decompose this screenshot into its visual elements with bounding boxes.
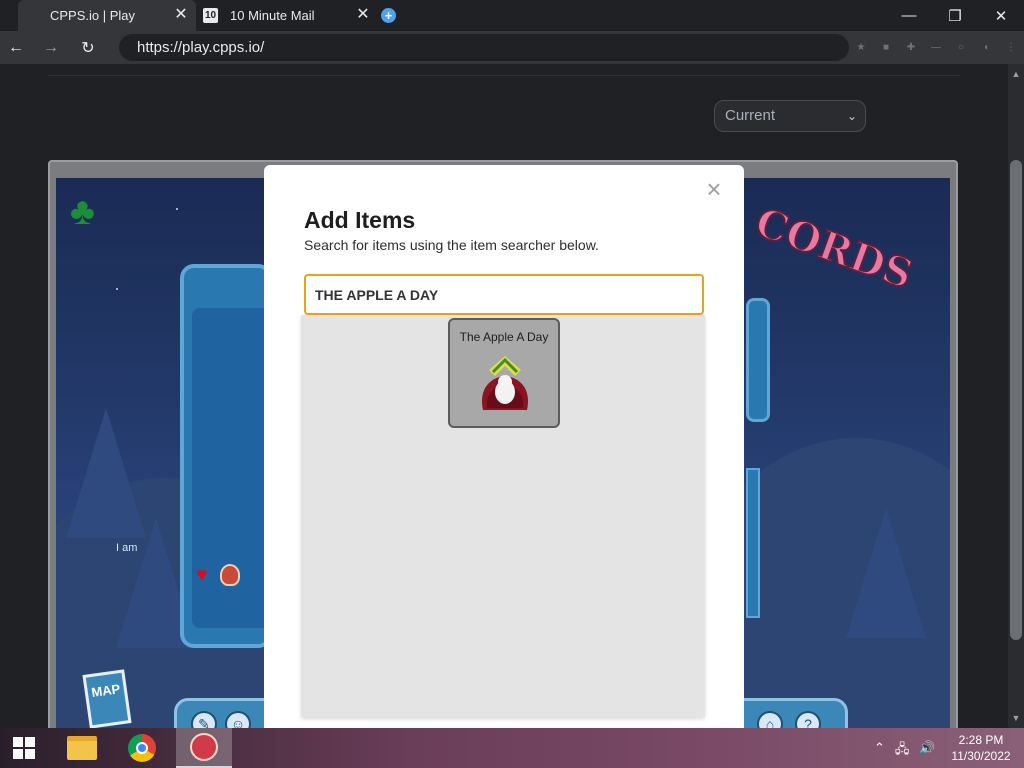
address-bar[interactable]: https://play.cpps.io/ [119, 34, 849, 61]
reload-icon[interactable]: ↻ [75, 35, 101, 61]
map-label: MAP [90, 681, 122, 701]
extension-icon[interactable]: — [929, 41, 943, 55]
item-name: The Apple A Day [459, 330, 549, 344]
toolbar-extension-icons: ★ ■ ✚ — ○ ◖ ⋮ [854, 41, 1018, 55]
system-tray: ⌃ 🖧 🔊 [874, 740, 936, 762]
igloo-icon[interactable]: ⌂ [757, 711, 783, 728]
tab-title: CPPS.io | Play [50, 8, 136, 23]
records-sign-text: CORDS [748, 197, 920, 299]
file-explorer-icon[interactable] [54, 728, 110, 768]
chrome-taskbar-icon[interactable] [114, 728, 170, 768]
folder-icon [67, 736, 97, 760]
chat-bubble-icon[interactable]: ✎ [191, 711, 217, 728]
clover-icon[interactable]: ♣ [70, 190, 110, 234]
browser-titlebar: CPPS.io | Play ✕ 10 10 Minute Mail ✕ + —… [0, 0, 1024, 31]
side-panel [746, 468, 760, 618]
extension-icon[interactable]: ○ [954, 41, 968, 55]
tab-close-icon[interactable]: ✕ [172, 6, 190, 24]
browser-toolbar: ← → ↻ https://play.cpps.io/ ★ ■ ✚ — ○ ◖ … [0, 31, 1024, 64]
scrollbar-thumb[interactable] [1010, 160, 1022, 640]
chevron-down-icon: ⌄ [846, 109, 857, 123]
star [176, 208, 178, 210]
new-tab-plus-icon[interactable]: + [381, 8, 396, 23]
divider [48, 75, 960, 76]
item-result-card[interactable]: The Apple A Day [448, 318, 560, 428]
side-panel [746, 298, 770, 422]
cpps-taskbar-icon[interactable] [176, 728, 232, 768]
tray-chevron-icon[interactable]: ⌃ [874, 740, 885, 762]
windows-start-icon[interactable] [0, 728, 48, 768]
ten-minute-mail-favicon-icon: 10 [203, 8, 218, 23]
chrome-icon [128, 734, 156, 762]
heart-icon[interactable]: ♥ [196, 564, 208, 587]
scroll-down-icon[interactable]: ▼ [1008, 710, 1024, 726]
menu-icon[interactable]: ⋮ [1004, 41, 1018, 55]
volume-icon[interactable]: 🔊 [919, 740, 935, 762]
emote-icon[interactable]: ☺ [225, 711, 251, 728]
map-icon[interactable]: MAP [82, 669, 132, 728]
page-content: Current ⌄ ♣ CORDS I am ♥ MAP ✎ ☺ ⌂ ? × A… [0, 64, 1008, 728]
item-search-input[interactable] [304, 274, 704, 315]
tree [846, 508, 926, 638]
page-scrollbar[interactable]: ▲ ▼ [1008, 64, 1024, 728]
clock-time: 2:28 PM [958, 733, 1004, 747]
extension-icon[interactable]: ✚ [904, 41, 918, 55]
version-select[interactable]: Current ⌄ [714, 100, 866, 132]
apple-a-day-item-icon [481, 356, 529, 410]
minimize-icon[interactable]: — [886, 0, 932, 31]
back-arrow-icon[interactable]: ← [3, 35, 29, 61]
modal-title: Add Items [304, 207, 416, 233]
penguin-icon[interactable] [220, 564, 240, 586]
network-icon[interactable]: 🖧 [895, 740, 910, 762]
tab-cpps-play[interactable]: CPPS.io | Play ✕ [18, 0, 196, 31]
clock-date: 11/30/2022 [951, 749, 1011, 763]
window-close-icon[interactable]: ✕ [978, 0, 1024, 31]
tab-close-icon[interactable]: ✕ [354, 6, 372, 24]
extension-icon[interactable]: ◖ [979, 41, 993, 55]
help-icon[interactable]: ? [795, 711, 821, 728]
bookmark-star-icon[interactable]: ★ [854, 41, 868, 55]
extension-icon[interactable]: ■ [879, 41, 893, 55]
windows-taskbar: ⌃ 🖧 🔊 2:28 PM 11/30/2022 [0, 728, 1024, 768]
scroll-up-icon[interactable]: ▲ [1008, 66, 1024, 82]
tab-title: 10 Minute Mail [230, 8, 315, 23]
modal-subtitle: Search for items using the item searcher… [304, 237, 599, 253]
version-select-value: Current [725, 107, 776, 124]
player-card-status: I am [116, 542, 138, 554]
add-items-modal: × Add Items Search for items using the i… [264, 165, 744, 728]
windows-logo-icon [13, 737, 35, 759]
close-icon[interactable]: × [702, 176, 726, 202]
search-results: The Apple A Day [301, 315, 705, 717]
forward-arrow-icon[interactable]: → [38, 35, 64, 61]
tab-10-minute-mail[interactable]: 10 10 Minute Mail ✕ [198, 0, 378, 31]
player-card [180, 264, 272, 648]
restore-icon[interactable]: ❐ [932, 0, 978, 31]
taskbar-clock[interactable]: 2:28 PM 11/30/2022 [944, 732, 1018, 764]
cpps-app-icon [190, 733, 218, 761]
star [116, 288, 118, 290]
